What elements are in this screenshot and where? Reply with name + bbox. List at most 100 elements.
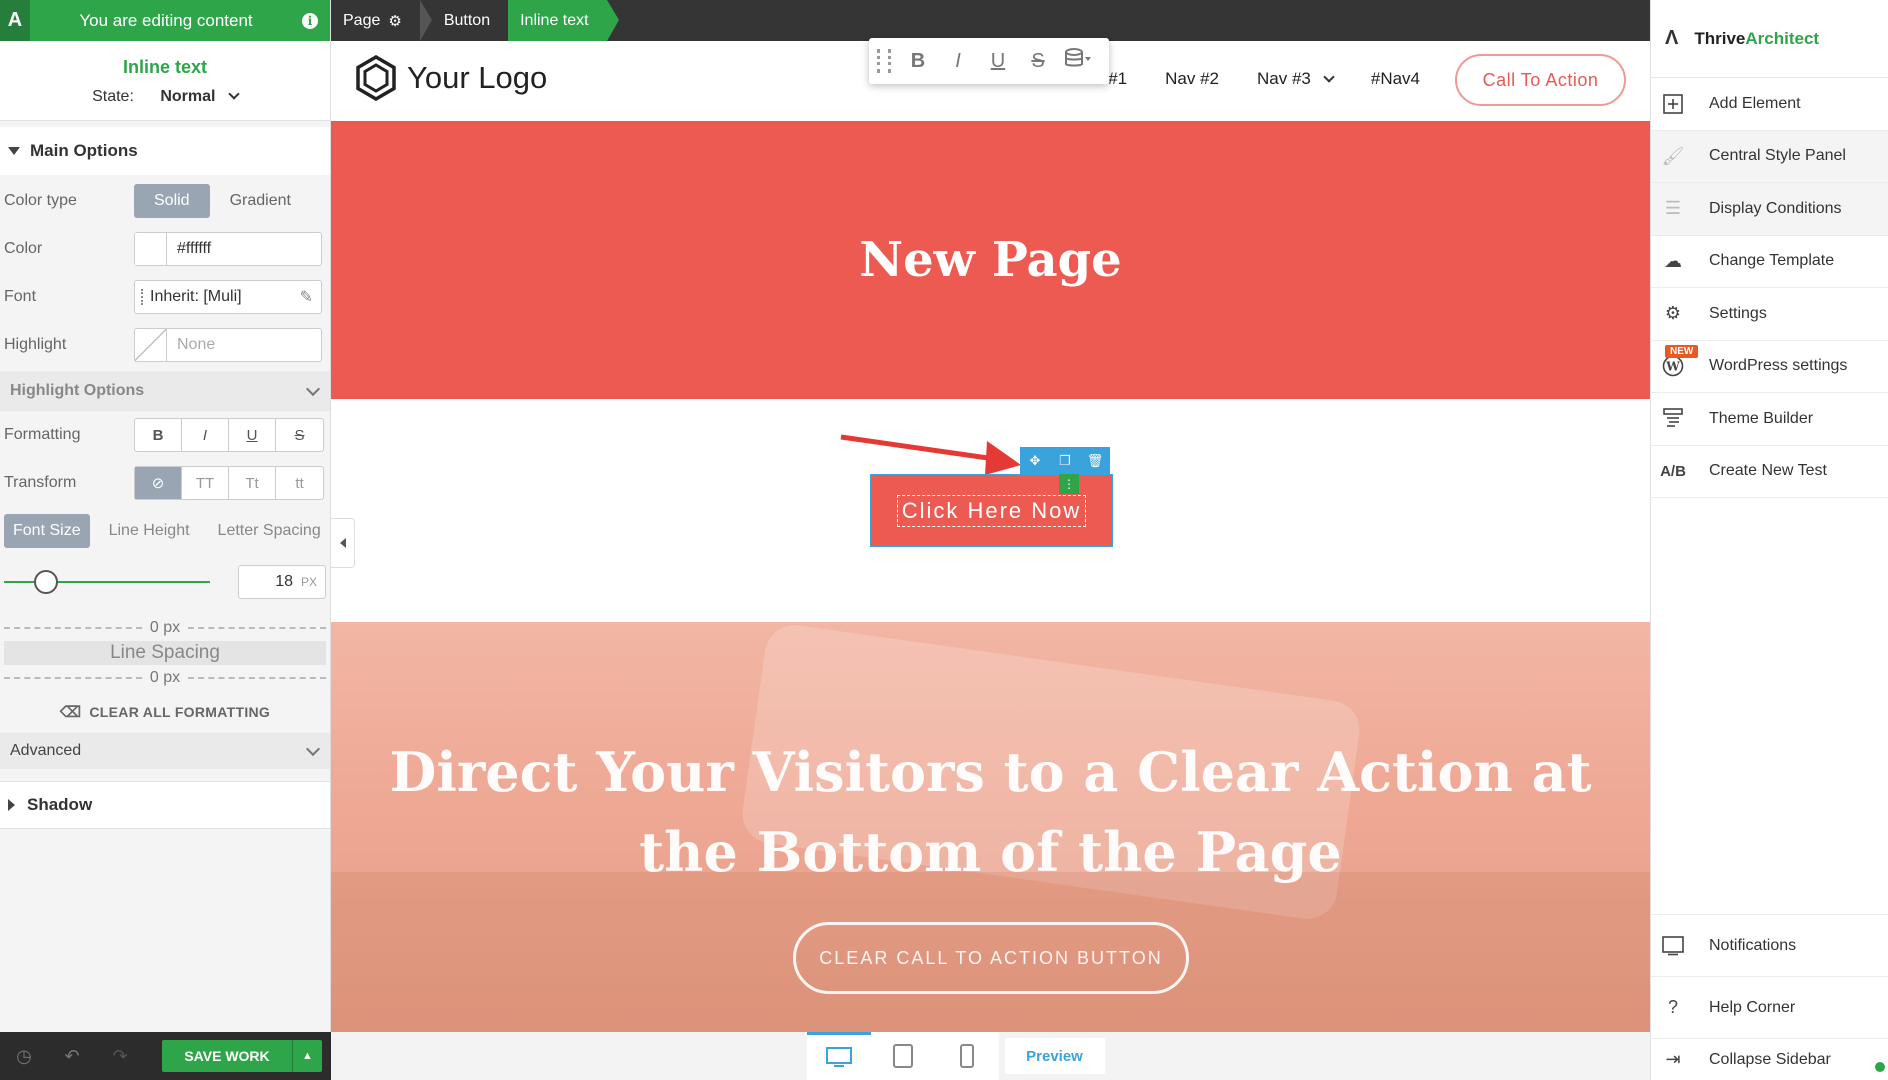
- gear-icon[interactable]: ⚙: [388, 12, 401, 30]
- button-inline-text[interactable]: Click Here Now: [896, 494, 1087, 527]
- sidebar-item-notifications[interactable]: Notifications: [1651, 914, 1888, 976]
- sidebar-item-add-element[interactable]: Add Element: [1651, 78, 1888, 131]
- nav-item-3[interactable]: Nav #3: [1257, 69, 1335, 89]
- tab-line-height[interactable]: Line Height: [100, 514, 199, 548]
- svg-text:W: W: [1665, 360, 1680, 374]
- font-field[interactable]: Inherit: [Muli] ✎: [134, 280, 322, 314]
- breadcrumb-separator: [419, 0, 432, 41]
- state-dropdown[interactable]: Normal: [160, 88, 215, 105]
- breadcrumb-inline-text[interactable]: Inline text: [508, 0, 607, 41]
- database-icon[interactable]: [1059, 47, 1097, 75]
- highlight-swatch[interactable]: [135, 329, 167, 361]
- sidebar-item-create-new-test[interactable]: A/B Create New Test: [1651, 446, 1888, 498]
- sidebar-item-central-style-panel[interactable]: 🖌 Central Style Panel: [1651, 130, 1888, 183]
- clear-format-icon: ⌫: [59, 704, 82, 721]
- color-type-row: Color type Solid Gradient: [0, 177, 330, 225]
- mobile-icon[interactable]: [935, 1032, 999, 1080]
- transform-none-button[interactable]: ⊘: [135, 467, 182, 499]
- chevron-down-icon: [1323, 71, 1335, 83]
- clear-formatting-button[interactable]: ⌫ CLEAR ALL FORMATTING: [0, 691, 330, 733]
- chevron-down-icon: [305, 381, 321, 396]
- tablet-icon[interactable]: [871, 1032, 935, 1080]
- move-icon[interactable]: ✥: [1020, 447, 1050, 474]
- color-value[interactable]: #ffffff: [167, 240, 321, 258]
- save-work-button[interactable]: SAVE WORK: [162, 1040, 292, 1072]
- nav-item-4[interactable]: #Nav4: [1371, 69, 1420, 89]
- tab-letter-spacing[interactable]: Letter Spacing: [209, 514, 330, 548]
- highlight-value[interactable]: None: [167, 336, 321, 354]
- toolbar-underline-button[interactable]: U: [979, 50, 1017, 73]
- section-cta-button[interactable]: CLEAR CALL TO ACTION BUTTON: [793, 922, 1189, 994]
- hero-title[interactable]: New Page: [859, 232, 1121, 288]
- chevron-down-icon[interactable]: [228, 88, 240, 100]
- transform-lowercase-button[interactable]: tt: [276, 467, 323, 499]
- font-size-value: 18: [275, 573, 293, 590]
- italic-button[interactable]: I: [182, 419, 229, 451]
- font-size-input[interactable]: 18 PX: [238, 565, 326, 599]
- shadow-header[interactable]: Shadow: [0, 781, 330, 829]
- desktop-icon[interactable]: [806, 1032, 871, 1080]
- sidebar-item-help-corner[interactable]: ? Help Corner: [1651, 976, 1888, 1038]
- highlight-field[interactable]: None: [134, 328, 322, 362]
- tab-font-size[interactable]: Font Size: [4, 514, 90, 548]
- breadcrumb: Page ⚙ Button Inline text: [331, 0, 1650, 41]
- save-options-caret[interactable]: ▲: [292, 1040, 322, 1072]
- delete-icon[interactable]: 🗑: [1080, 447, 1110, 474]
- sidebar-item-wordpress-settings[interactable]: NEW W WordPress settings: [1651, 341, 1888, 393]
- font-label: Font: [4, 288, 37, 305]
- color-label: Color: [4, 240, 43, 257]
- site-logo[interactable]: Your Logo: [355, 55, 547, 101]
- sidebar-item-theme-builder[interactable]: Theme Builder: [1651, 393, 1888, 446]
- font-size-slider[interactable]: [4, 570, 210, 594]
- sidebar-item-collapse-sidebar[interactable]: ⇥ Collapse Sidebar: [1651, 1038, 1888, 1080]
- slider-knob[interactable]: [34, 570, 58, 594]
- highlight-options-header[interactable]: Highlight Options: [0, 371, 330, 411]
- spacing-bottom-row[interactable]: 0 px: [4, 665, 326, 691]
- sliders-icon: ☰: [1664, 198, 1682, 219]
- spacing-top-row[interactable]: 0 px: [4, 615, 326, 641]
- hero-section[interactable]: New Page: [331, 121, 1650, 399]
- pencil-icon[interactable]: ✎: [300, 287, 313, 307]
- transform-capitalize-button[interactable]: Tt: [229, 467, 276, 499]
- sidebar-item-label: Settings: [1709, 304, 1767, 322]
- breadcrumb-button[interactable]: Button: [432, 0, 508, 41]
- section-title[interactable]: Direct Your Visitors to a Clear Action a…: [331, 732, 1650, 892]
- color-swatch[interactable]: [135, 233, 167, 265]
- nav-item-2[interactable]: Nav #2: [1165, 69, 1219, 89]
- redo-icon[interactable]: ↷: [96, 1046, 144, 1067]
- image-background-section[interactable]: Direct Your Visitors to a Clear Action a…: [331, 622, 1650, 1032]
- header-cta-button[interactable]: Call To Action: [1455, 54, 1626, 106]
- color-type-gradient[interactable]: Gradient: [210, 184, 311, 218]
- sidebar-item-change-template[interactable]: ☁ Change Template: [1651, 236, 1888, 288]
- underline-button[interactable]: U: [229, 419, 276, 451]
- more-options-icon[interactable]: ⋮: [1059, 474, 1079, 494]
- chevron-down-icon: [305, 741, 321, 756]
- toolbar-italic-button[interactable]: I: [939, 50, 977, 73]
- duplicate-icon[interactable]: ❐: [1050, 447, 1080, 474]
- sidebar-item-display-conditions[interactable]: ☰ Display Conditions: [1651, 183, 1888, 236]
- sidebar-item-label: WordPress settings: [1709, 357, 1848, 375]
- strikethrough-button[interactable]: S: [276, 419, 323, 451]
- site-nav: Nav #1 Nav #2 Nav #3 #Nav4: [1073, 69, 1420, 89]
- info-icon[interactable]: i: [302, 12, 318, 29]
- breadcrumb-page[interactable]: Page ⚙: [331, 0, 420, 41]
- thrive-logo-icon[interactable]: A: [0, 0, 30, 41]
- preview-button[interactable]: Preview: [1004, 1038, 1105, 1074]
- toolbar-bold-button[interactable]: B: [899, 50, 937, 73]
- sidebar-item-settings[interactable]: ⚙ Settings: [1651, 288, 1888, 341]
- transform-uppercase-button[interactable]: TT: [182, 467, 229, 499]
- advanced-header[interactable]: Advanced: [0, 733, 330, 769]
- color-field[interactable]: #ffffff: [134, 232, 322, 266]
- font-value[interactable]: Inherit: [Muli]: [144, 288, 300, 306]
- color-type-solid[interactable]: Solid: [134, 184, 210, 218]
- font-size-unit: PX: [300, 575, 317, 589]
- drag-handle-icon[interactable]: [877, 49, 891, 73]
- collapse-arrow-icon: ⇥: [1665, 1049, 1681, 1069]
- collapse-left-panel-toggle[interactable]: [331, 518, 355, 568]
- panel-header: Inline text State: Normal: [0, 41, 330, 121]
- toolbar-strikethrough-button[interactable]: S: [1019, 50, 1057, 73]
- undo-icon[interactable]: ↶: [48, 1046, 96, 1067]
- main-options-header[interactable]: Main Options: [0, 127, 330, 175]
- bold-button[interactable]: B: [135, 419, 182, 451]
- history-icon[interactable]: ◷: [0, 1046, 48, 1067]
